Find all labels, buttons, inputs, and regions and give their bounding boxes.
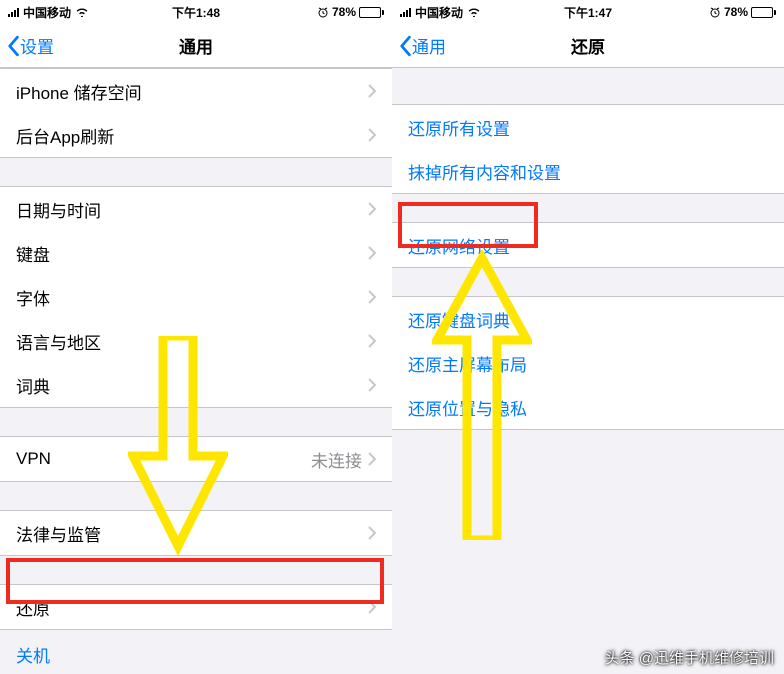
chevron-right-icon: [368, 84, 376, 98]
row-storage[interactable]: iPhone 储存空间: [0, 69, 392, 113]
row-label: 日期与时间: [16, 197, 101, 222]
row-label: 还原: [16, 595, 50, 620]
row-label: 抹掉所有内容和设置: [408, 159, 561, 184]
row-erase-all[interactable]: 抹掉所有内容和设置: [392, 149, 784, 193]
screen-reset: 中国移动 下午1:47 78% 通用 还原 还原所有设置: [392, 0, 784, 674]
row-value: 未连接: [311, 447, 362, 472]
row-label: 还原网络设置: [408, 233, 510, 258]
signal-icon: [400, 7, 411, 17]
chevron-right-icon: [368, 526, 376, 540]
chevron-right-icon: [368, 128, 376, 142]
row-lang-region[interactable]: 语言与地区: [0, 319, 392, 363]
chevron-right-icon: [368, 452, 376, 466]
chevron-right-icon: [368, 378, 376, 392]
nav-back-label: 设置: [20, 33, 54, 58]
carrier-label: 中国移动: [415, 4, 463, 21]
wifi-icon: [467, 7, 481, 17]
row-font[interactable]: 字体: [0, 275, 392, 319]
row-reset-keyboard[interactable]: 还原键盘词典: [392, 297, 784, 341]
row-label: iPhone 储存空间: [16, 79, 142, 104]
chevron-right-icon: [368, 290, 376, 304]
nav-back-button[interactable]: 通用: [392, 33, 446, 58]
nav-title: 还原: [571, 33, 605, 58]
row-label: 后台App刷新: [16, 123, 114, 148]
alarm-icon: [317, 6, 329, 18]
row-label: 词典: [16, 373, 50, 398]
row-label: 键盘: [16, 241, 50, 266]
row-shutdown[interactable]: 关机: [0, 630, 392, 674]
wifi-icon: [75, 7, 89, 17]
row-bg-refresh[interactable]: 后台App刷新: [0, 113, 392, 157]
row-reset-network[interactable]: 还原网络设置: [392, 223, 784, 267]
row-label: 字体: [16, 285, 50, 310]
battery-icon: [751, 7, 776, 18]
row-reset[interactable]: 还原: [0, 585, 392, 629]
status-time: 下午1:47: [564, 4, 612, 21]
row-label: 还原位置与隐私: [408, 395, 527, 420]
row-legal[interactable]: 法律与监管: [0, 511, 392, 555]
row-vpn[interactable]: VPN 未连接: [0, 437, 392, 481]
row-reset-location[interactable]: 还原位置与隐私: [392, 385, 784, 429]
content-reset: 还原所有设置 抹掉所有内容和设置 还原网络设置 还原键盘词典 还原主屏幕布局: [392, 68, 784, 674]
chevron-right-icon: [368, 246, 376, 260]
nav-title: 通用: [179, 33, 213, 58]
row-label: 关机: [16, 647, 50, 666]
row-keyboard[interactable]: 键盘: [0, 231, 392, 275]
status-time: 下午1:48: [172, 4, 220, 21]
battery-percent: 78%: [724, 5, 748, 19]
screen-general: 中国移动 下午1:48 78% 设置 通用 iPhone 储存空间: [0, 0, 392, 674]
row-dictionary[interactable]: 词典: [0, 363, 392, 407]
chevron-right-icon: [368, 202, 376, 216]
chevron-left-icon: [6, 35, 20, 57]
alarm-icon: [709, 6, 721, 18]
row-label: 还原主屏幕布局: [408, 351, 527, 376]
signal-icon: [8, 7, 19, 17]
row-label: 还原键盘词典: [408, 307, 510, 332]
row-label: 法律与监管: [16, 521, 101, 546]
nav-back-label: 通用: [412, 33, 446, 58]
nav-back-button[interactable]: 设置: [0, 33, 54, 58]
row-reset-home[interactable]: 还原主屏幕布局: [392, 341, 784, 385]
chevron-right-icon: [368, 600, 376, 614]
battery-percent: 78%: [332, 5, 356, 19]
row-label: VPN: [16, 449, 51, 469]
status-bar: 中国移动 下午1:47 78%: [392, 0, 784, 24]
row-reset-all[interactable]: 还原所有设置: [392, 105, 784, 149]
status-bar: 中国移动 下午1:48 78%: [0, 0, 392, 24]
chevron-right-icon: [368, 334, 376, 348]
nav-bar: 通用 还原: [392, 24, 784, 68]
content-general: iPhone 储存空间 后台App刷新 日期与时间 键盘: [0, 68, 392, 674]
chevron-left-icon: [398, 35, 412, 57]
battery-icon: [359, 7, 384, 18]
nav-bar: 设置 通用: [0, 24, 392, 68]
row-datetime[interactable]: 日期与时间: [0, 187, 392, 231]
carrier-label: 中国移动: [23, 4, 71, 21]
row-label: 语言与地区: [16, 329, 101, 354]
watermark: 头条 @迅维手机维修培训: [605, 647, 774, 668]
row-label: 还原所有设置: [408, 115, 510, 140]
